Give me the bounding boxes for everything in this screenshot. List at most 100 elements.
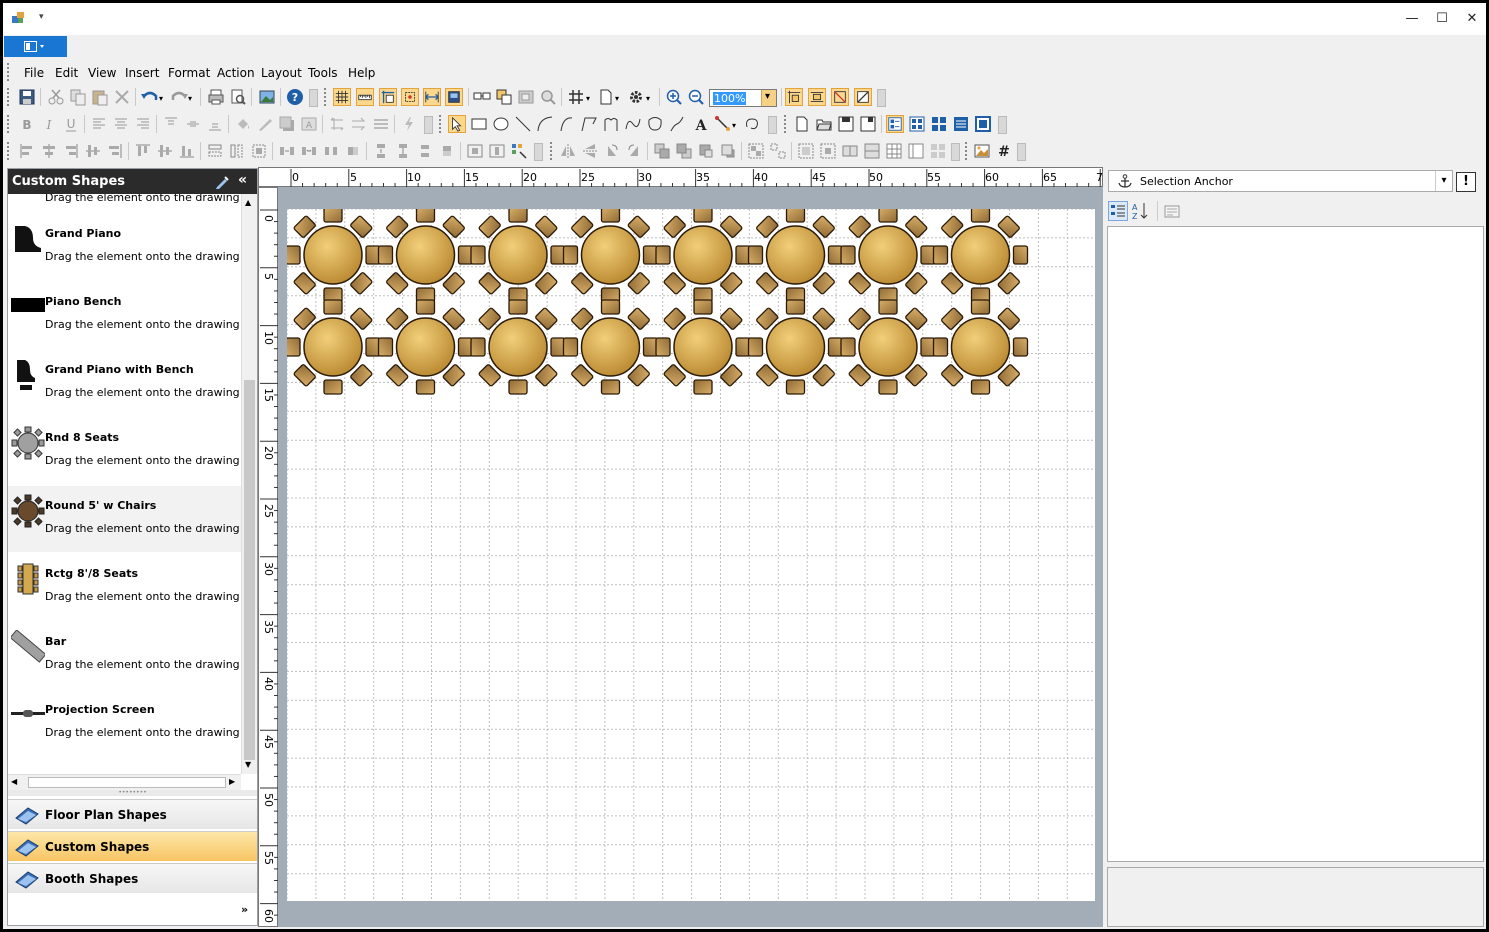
save-file-icon[interactable] [837, 115, 855, 133]
round-table-with-chairs[interactable] [377, 299, 474, 395]
edit-library-icon[interactable] [215, 175, 229, 189]
settings-gear-icon[interactable] [627, 88, 645, 106]
scroll-thumb[interactable] [244, 380, 255, 760]
align-rights-icon[interactable] [62, 142, 80, 160]
undo-dropdown-icon[interactable]: ▾ [159, 94, 163, 103]
grid-dropdown-icon[interactable]: ▾ [586, 94, 590, 103]
paste-icon[interactable] [91, 88, 109, 106]
align-lefts-icon[interactable] [18, 142, 36, 160]
scroll-right-icon[interactable]: ▶ [229, 777, 235, 786]
gear-dropdown-icon[interactable]: ▾ [646, 94, 650, 103]
redo-icon[interactable] [170, 88, 188, 106]
container-icon[interactable] [797, 142, 815, 160]
menu-edit[interactable]: Edit [55, 66, 78, 80]
guides-toggle-icon[interactable] [379, 88, 397, 106]
grid-layout-icon[interactable] [929, 142, 947, 160]
toolbar-grip[interactable] [7, 142, 10, 160]
collapse-panel-icon[interactable]: « [238, 172, 247, 188]
page-setup-icon[interactable] [597, 88, 615, 106]
toolbar-grip[interactable] [324, 88, 327, 106]
toolbar-overflow-button[interactable] [877, 89, 886, 107]
align-center-icon[interactable] [112, 115, 130, 133]
remove-h-space-icon[interactable] [344, 142, 362, 160]
menu-insert[interactable]: Insert [125, 66, 159, 80]
text-format-icon[interactable]: A [300, 115, 318, 133]
new-diagram-icon[interactable] [793, 115, 811, 133]
swap-horizontal-icon[interactable] [328, 115, 346, 133]
toolbar-overflow-button[interactable] [768, 116, 777, 134]
round-table-with-chairs[interactable] [562, 209, 659, 303]
ungroup-shapes-icon[interactable] [769, 142, 787, 160]
dynamic-dimensions-icon[interactable] [831, 88, 849, 106]
closed-curve-tool-icon[interactable] [646, 115, 664, 133]
view-icons-icon[interactable] [930, 115, 948, 133]
arc-tool-icon[interactable] [536, 115, 554, 133]
tab-booth-shapes[interactable]: Booth Shapes [8, 863, 257, 893]
connection-points-icon[interactable] [785, 88, 803, 106]
toolbar-grip[interactable] [7, 88, 10, 106]
shape-item-rctg-8-seats[interactable]: Rctg 8'/8 Seats Drag the element onto th… [8, 554, 241, 620]
round-table-with-chairs[interactable] [377, 209, 474, 303]
align-right-icon[interactable] [134, 115, 152, 133]
menu-tools[interactable]: Tools [308, 66, 338, 80]
line-style-icon[interactable] [372, 115, 390, 133]
bezier-tool-icon[interactable] [558, 115, 576, 133]
distribute-icon[interactable] [106, 142, 124, 160]
help-icon[interactable]: ? [286, 88, 304, 106]
line-tool-icon[interactable] [514, 115, 532, 133]
zoom-window-icon[interactable] [539, 88, 557, 106]
round-table-with-chairs[interactable] [655, 209, 751, 303]
align-bottoms-icon[interactable] [178, 142, 196, 160]
align-bottom-icon[interactable] [206, 115, 224, 133]
rulers-toggle-icon[interactable] [356, 88, 374, 106]
round-table-with-chairs[interactable] [655, 299, 751, 395]
shape-item-piano-bench[interactable]: Piano Bench Drag the element onto the dr… [8, 282, 241, 348]
zoom-out-icon[interactable] [687, 88, 705, 106]
rotate-right-icon[interactable] [625, 142, 643, 160]
print-icon[interactable] [207, 88, 225, 106]
export-image-icon[interactable] [258, 88, 276, 106]
insert-image-icon[interactable] [973, 142, 991, 160]
lock-layout-icon[interactable] [854, 88, 872, 106]
toolbar-overflow-button[interactable] [951, 143, 960, 161]
overview-icon[interactable] [517, 88, 535, 106]
split-shapes-icon[interactable] [863, 142, 881, 160]
page-dropdown-icon[interactable]: ▾ [615, 94, 619, 103]
increase-v-space-icon[interactable] [394, 142, 412, 160]
rotate-left-icon[interactable] [603, 142, 621, 160]
round-table-with-chairs[interactable] [562, 299, 659, 395]
pointer-tool-icon[interactable] [448, 115, 466, 133]
ungroup-container-icon[interactable] [819, 142, 837, 160]
scroll-left-icon[interactable]: ◀ [11, 777, 17, 786]
grid-settings-icon[interactable] [567, 88, 585, 106]
toolbar-grip[interactable] [965, 142, 968, 160]
alert-icon[interactable]: ! [1456, 172, 1476, 192]
view-rows-icon[interactable] [952, 115, 970, 133]
save-as-icon[interactable] [859, 115, 877, 133]
zoom-in-icon[interactable] [665, 88, 683, 106]
align-left-icon[interactable] [90, 115, 108, 133]
rectangle-tool-icon[interactable] [470, 115, 488, 133]
zoom-dropdown-icon[interactable]: ▾ [761, 90, 776, 106]
shape-item-rnd-8-seats[interactable]: Rnd 8 Seats Drag the element onto the dr… [8, 418, 241, 484]
floor-plan-drawing[interactable] [287, 209, 1095, 901]
zoom-level-combobox[interactable]: 100% ▾ [709, 89, 777, 107]
insert-number-icon[interactable]: # [995, 142, 1013, 160]
decrease-h-space-icon[interactable] [322, 142, 340, 160]
print-preview-icon[interactable] [229, 88, 247, 106]
redo-dropdown-icon[interactable]: ▾ [188, 94, 192, 103]
round-table-with-chairs[interactable] [470, 299, 566, 395]
round-table-with-chairs[interactable] [287, 299, 381, 395]
space-vertical-icon[interactable] [372, 142, 390, 160]
toolbar-overflow-button[interactable] [998, 116, 1007, 134]
bring-forward-icon[interactable] [697, 142, 715, 160]
round-table-with-chairs[interactable] [840, 299, 936, 395]
fill-color-icon[interactable] [234, 115, 252, 133]
tab-custom-shapes[interactable]: Custom Shapes [8, 831, 257, 861]
shapes-list-horizontal-scrollbar[interactable]: ◀ ▶ [8, 774, 241, 790]
property-grid[interactable] [1107, 226, 1484, 862]
center-vertical-icon[interactable] [84, 142, 102, 160]
save-icon[interactable] [18, 88, 36, 106]
connector-tool-icon[interactable] [714, 115, 732, 133]
flip-horizontal-icon[interactable] [559, 142, 577, 160]
